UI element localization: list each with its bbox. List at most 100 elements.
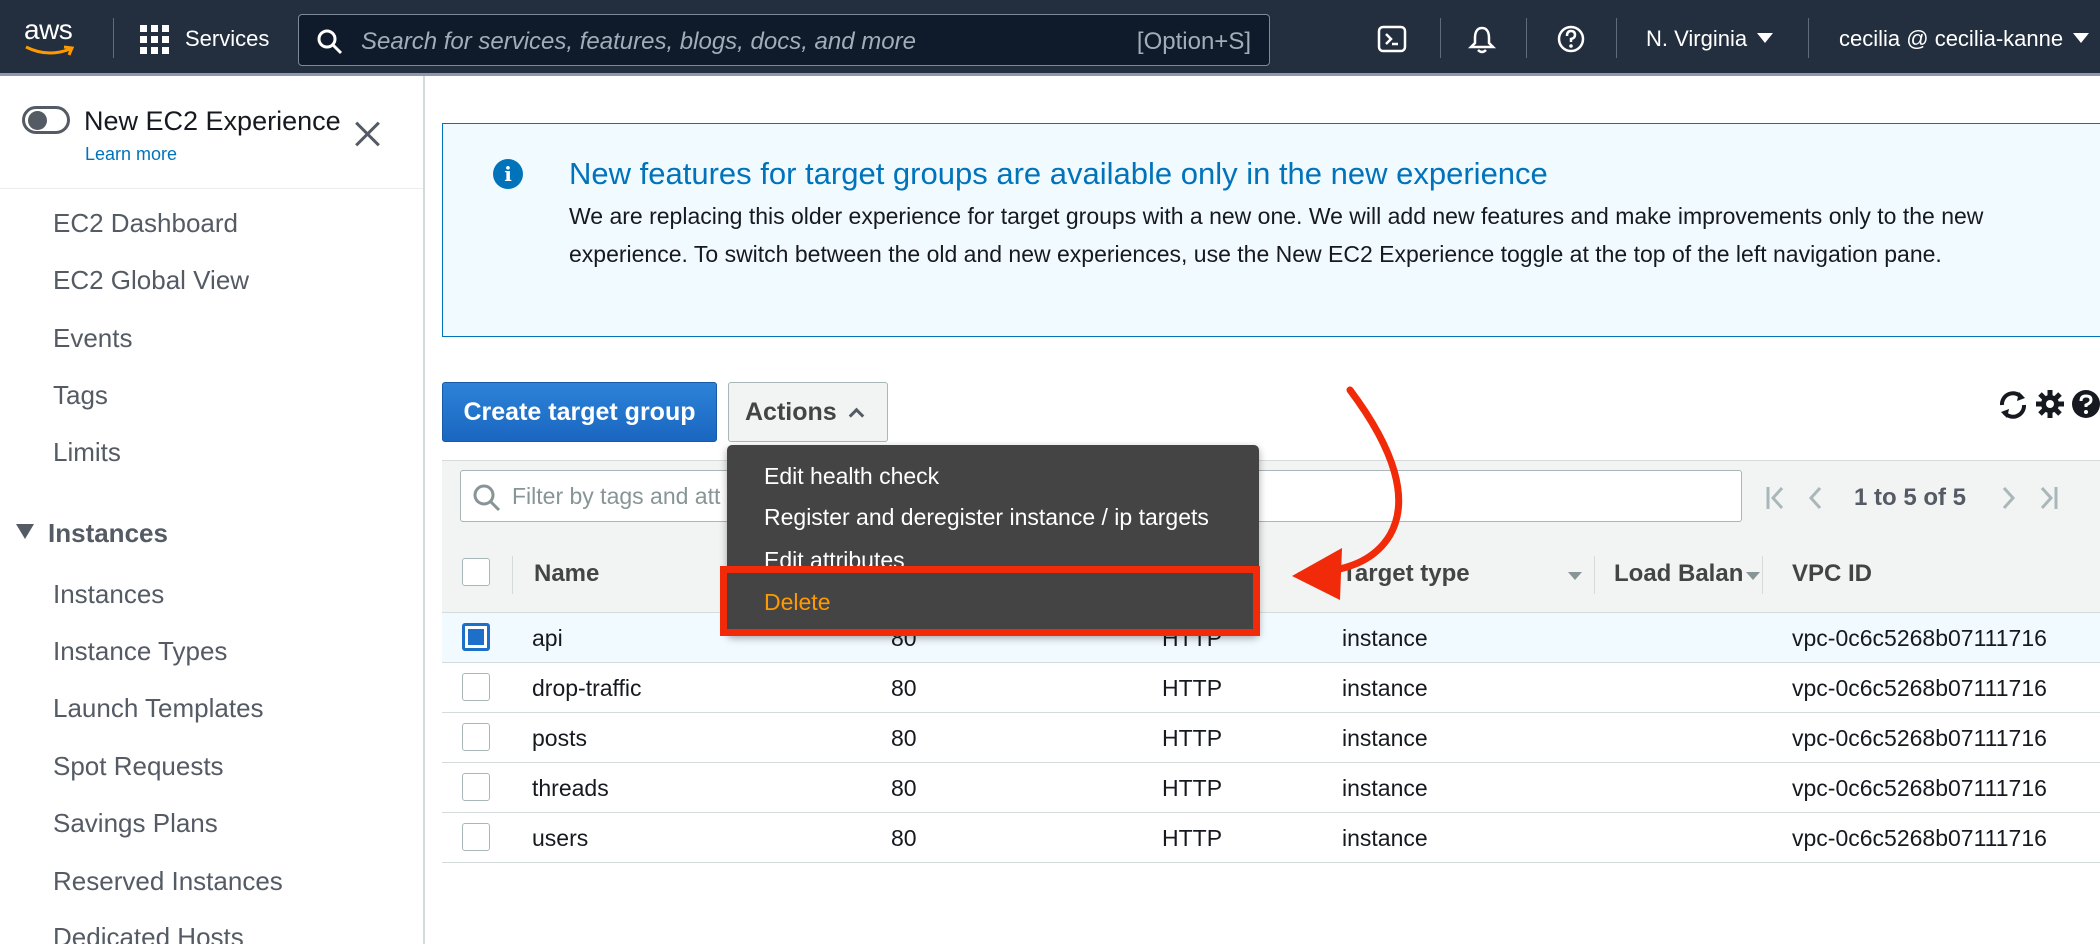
cell-target-type: instance bbox=[1342, 625, 1428, 651]
aws-smile-icon bbox=[25, 45, 75, 56]
row-checkbox[interactable] bbox=[462, 673, 490, 701]
row-checkbox[interactable] bbox=[462, 623, 490, 651]
account-menu[interactable]: cecilia @ cecilia-kanne bbox=[1839, 26, 2090, 52]
cell-name: threads bbox=[532, 775, 609, 801]
row-checkbox[interactable] bbox=[462, 723, 490, 751]
table-row[interactable]: threads 80 HTTP instance vpc-0c6c5268b07… bbox=[442, 763, 2100, 813]
search-icon bbox=[317, 29, 343, 55]
chevron-up-icon bbox=[848, 407, 864, 423]
cell-port: 80 bbox=[891, 725, 917, 751]
new-experience-toggle[interactable] bbox=[22, 106, 70, 134]
cell-vpc-id: vpc-0c6c5268b07111716 bbox=[1792, 775, 2047, 801]
sidebar-item-events[interactable]: Events bbox=[53, 323, 133, 354]
cell-port: 80 bbox=[891, 675, 917, 701]
cell-name: users bbox=[532, 825, 589, 851]
cell-protocol: HTTP bbox=[1162, 775, 1223, 801]
select-all-checkbox[interactable] bbox=[462, 558, 490, 586]
column-header-load-balancer[interactable]: Load Balanc bbox=[1614, 560, 1744, 588]
sidebar-item-savings-plans[interactable]: Savings Plans bbox=[53, 808, 218, 839]
cell-port: 80 bbox=[891, 825, 917, 851]
cell-protocol: HTTP bbox=[1162, 675, 1223, 701]
new-experience-label: New EC2 Experience bbox=[84, 106, 341, 136]
table-row[interactable]: api 80 HTTP instance vpc-0c6c5268b071117… bbox=[442, 613, 2100, 663]
menu-item-edit-health-check[interactable]: Edit health check bbox=[764, 463, 939, 490]
column-separator bbox=[512, 556, 513, 594]
cell-target-type: instance bbox=[1342, 675, 1428, 701]
filter-placeholder: Filter by tags and att bbox=[512, 483, 721, 509]
cell-name: drop-traffic bbox=[532, 675, 642, 701]
sidebar-item-instances[interactable]: Instances bbox=[53, 579, 164, 610]
prev-page-icon[interactable] bbox=[1806, 484, 1826, 512]
sidebar-item-ec2-global-view[interactable]: EC2 Global View bbox=[53, 265, 249, 296]
help-icon[interactable] bbox=[1554, 22, 1588, 56]
column-header-vpc-id[interactable]: VPC ID bbox=[1792, 560, 1872, 588]
bell-icon[interactable] bbox=[1465, 22, 1499, 56]
nav-divider bbox=[1808, 18, 1809, 58]
sidebar-item-spot-requests[interactable]: Spot Requests bbox=[53, 751, 224, 782]
cell-vpc-id: vpc-0c6c5268b07111716 bbox=[1792, 625, 2047, 651]
sidebar-item-launch-templates[interactable]: Launch Templates bbox=[53, 693, 264, 724]
arrow-annotation-icon bbox=[1292, 386, 1403, 600]
first-page-icon[interactable] bbox=[1764, 484, 1788, 512]
learn-more-link[interactable]: Learn more bbox=[85, 144, 177, 165]
cell-name: posts bbox=[532, 725, 587, 751]
help-icon[interactable] bbox=[2070, 388, 2100, 420]
caret-down-icon bbox=[1757, 33, 1774, 43]
caret-down-icon bbox=[2073, 33, 2090, 43]
refresh-icon[interactable] bbox=[1994, 386, 2032, 424]
cell-vpc-id: vpc-0c6c5268b07111716 bbox=[1792, 675, 2047, 701]
cell-vpc-id: vpc-0c6c5268b07111716 bbox=[1792, 725, 2047, 751]
toggle-knob bbox=[28, 111, 47, 130]
aws-logo-text: aws bbox=[24, 14, 73, 45]
nav-divider bbox=[113, 18, 114, 58]
sidebar-section-instances[interactable]: Instances bbox=[16, 518, 168, 549]
nav-divider bbox=[1526, 18, 1527, 58]
sidebar-item-reserved-instances[interactable]: Reserved Instances bbox=[53, 866, 283, 897]
aws-logo[interactable]: aws bbox=[22, 14, 86, 60]
table-row[interactable]: drop-traffic 80 HTTP instance vpc-0c6c52… bbox=[442, 663, 2100, 713]
alert-title: New features for target groups are avail… bbox=[569, 156, 1548, 191]
region-selector[interactable]: N. Virginia bbox=[1646, 26, 1774, 52]
services-grid-icon bbox=[140, 24, 169, 54]
next-page-icon[interactable] bbox=[1998, 484, 2018, 512]
top-navigation: aws Services Search for services, featur… bbox=[0, 0, 2100, 76]
search-input[interactable]: Search for services, features, blogs, do… bbox=[298, 14, 1270, 66]
search-icon bbox=[473, 484, 501, 512]
services-button[interactable]: Services bbox=[140, 22, 269, 56]
services-label: Services bbox=[185, 26, 270, 51]
sort-caret-icon[interactable] bbox=[1568, 572, 1582, 580]
sidebar-item-instance-types[interactable]: Instance Types bbox=[53, 636, 227, 667]
cell-vpc-id: vpc-0c6c5268b07111716 bbox=[1792, 825, 2047, 851]
row-checkbox[interactable] bbox=[462, 823, 490, 851]
info-icon: i bbox=[493, 159, 523, 189]
table-row[interactable]: posts 80 HTTP instance vpc-0c6c5268b0711… bbox=[442, 713, 2100, 763]
sidebar: New EC2 Experience Learn more EC2 Dashbo… bbox=[0, 76, 425, 944]
cell-target-type: instance bbox=[1342, 775, 1428, 801]
cell-protocol: HTTP bbox=[1162, 825, 1223, 851]
section-title: Instances bbox=[48, 518, 168, 548]
create-target-group-button[interactable]: Create target group bbox=[442, 382, 717, 442]
sidebar-item-tags[interactable]: Tags bbox=[53, 380, 108, 411]
cloudshell-icon[interactable] bbox=[1375, 22, 1409, 56]
cell-target-type: instance bbox=[1342, 725, 1428, 751]
sort-caret-icon[interactable] bbox=[1746, 572, 1760, 580]
sidebar-divider bbox=[0, 188, 423, 189]
column-separator bbox=[1762, 556, 1763, 594]
nav-divider bbox=[1440, 18, 1441, 58]
cell-target-type: instance bbox=[1342, 825, 1428, 851]
menu-item-register-targets[interactable]: Register and deregister instance / ip ta… bbox=[764, 504, 1209, 531]
region-label: N. Virginia bbox=[1646, 26, 1748, 51]
sidebar-item-limits[interactable]: Limits bbox=[53, 437, 121, 468]
pagination-status: 1 to 5 of 5 bbox=[1854, 484, 1967, 511]
search-shortcut: [Option+S] bbox=[1136, 28, 1251, 55]
sidebar-item-ec2-dashboard[interactable]: EC2 Dashboard bbox=[53, 208, 238, 239]
annotation-highlight-box bbox=[720, 566, 1260, 636]
sidebar-item-dedicated-hosts[interactable]: Dedicated Hosts bbox=[53, 922, 244, 944]
row-checkbox[interactable] bbox=[462, 773, 490, 801]
column-header-name[interactable]: Name bbox=[534, 560, 599, 588]
close-icon[interactable] bbox=[352, 118, 384, 150]
last-page-icon[interactable] bbox=[2036, 484, 2060, 512]
table-row[interactable]: users 80 HTTP instance vpc-0c6c5268b0711… bbox=[442, 813, 2100, 863]
actions-button[interactable]: Actions bbox=[728, 382, 888, 442]
gear-icon[interactable] bbox=[2034, 388, 2066, 420]
